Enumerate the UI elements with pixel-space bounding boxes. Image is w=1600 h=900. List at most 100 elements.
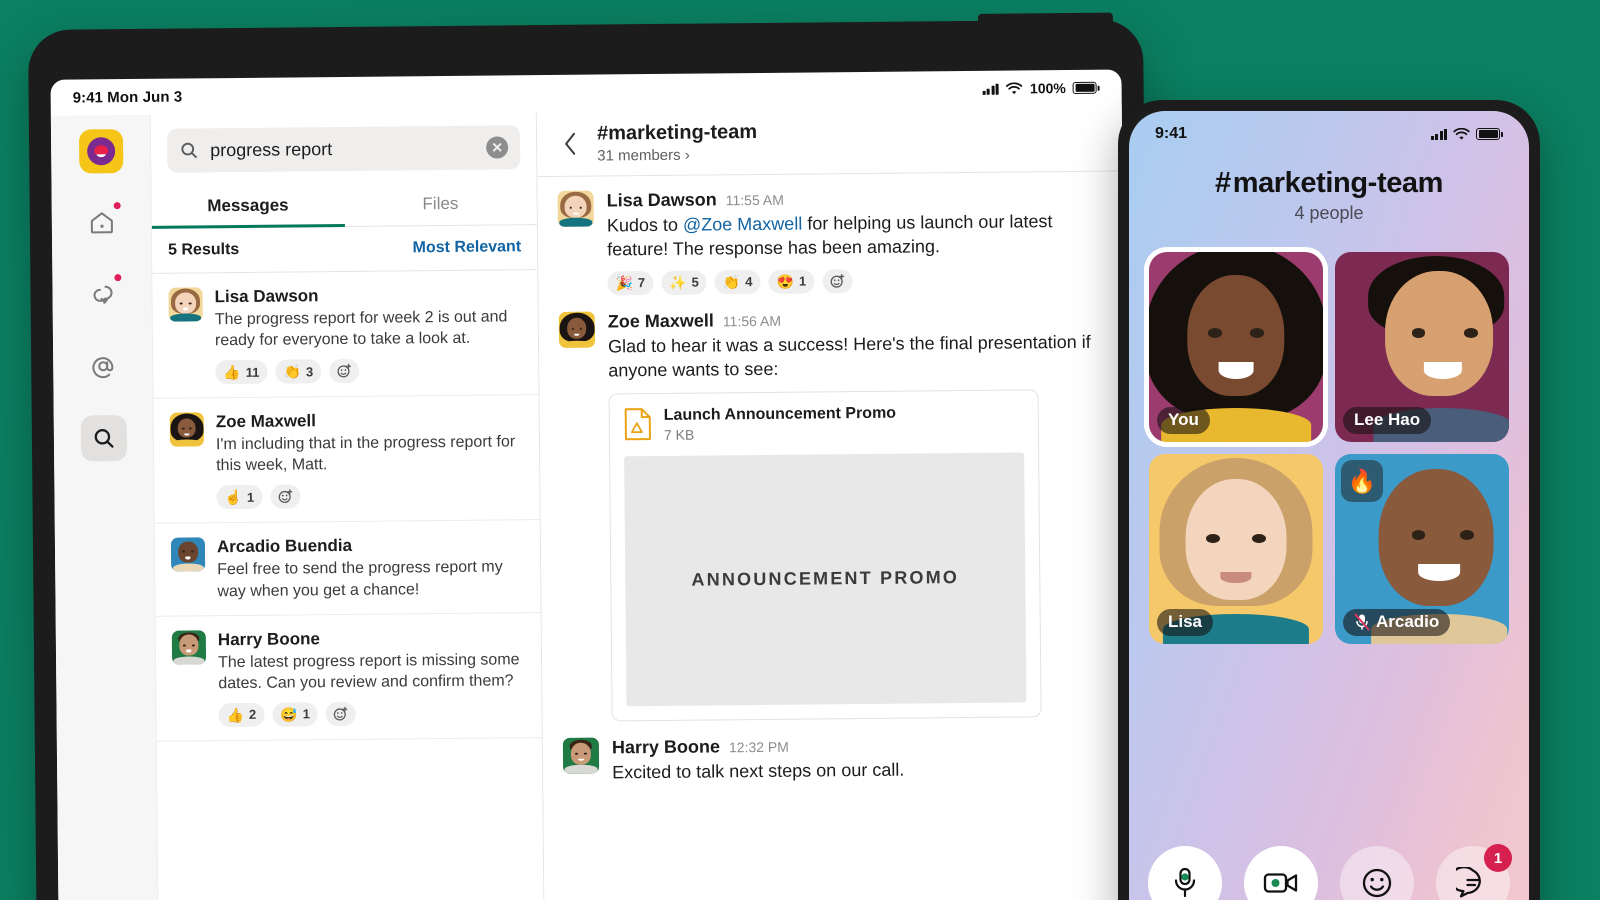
add-reaction-icon: [337, 363, 351, 378]
add-reaction-icon: [278, 489, 292, 504]
participant-label-text: Arcadio: [1376, 612, 1440, 631]
list-item[interactable]: Arcadio Buendia Feel free to send the pr…: [154, 520, 541, 617]
sidebar-item-home[interactable]: [78, 199, 124, 245]
participant-tile-arcadio[interactable]: 🔥 Arcadio: [1335, 454, 1509, 644]
tablet-device: 9:41 Mon Jun 3 100% progress report ✕ Me…: [28, 12, 1152, 900]
reaction-chip[interactable]: ☝️ 1: [216, 485, 263, 510]
member-count[interactable]: 31 members ›: [597, 146, 757, 165]
dms-badge: [111, 272, 123, 284]
user-mention[interactable]: @Zoe Maxwell: [683, 214, 802, 235]
chat-unread-badge: 1: [1484, 844, 1512, 872]
add-reaction-button[interactable]: [329, 359, 360, 384]
participant-label: Arcadio: [1343, 609, 1451, 636]
reaction-chip[interactable]: 🎉 7: [607, 270, 654, 296]
wifi-icon: [1006, 81, 1023, 94]
call-channel-title: #marketing-team: [1129, 167, 1529, 200]
reaction-count: 5: [691, 275, 699, 291]
reaction-count: 3: [305, 363, 314, 380]
reaction-bar: 🎉 7 ✨ 5 👏 4 😍 1: [607, 267, 1103, 296]
sidebar-rail: [50, 114, 159, 900]
search-tabs: Messages Files: [151, 181, 537, 229]
message-text: Glad to hear it was a success! Here's th…: [607, 331, 1091, 381]
point-up-icon: ☝️: [224, 489, 243, 506]
reaction-chip[interactable]: 👏 3: [275, 359, 322, 384]
chat-button[interactable]: 1: [1436, 844, 1512, 900]
tablet-screen: 9:41 Mon Jun 3 100% progress report ✕ Me…: [50, 69, 1130, 900]
fire-icon: 🔥: [1347, 467, 1377, 494]
sidebar-item-search[interactable]: [80, 415, 127, 462]
sidebar-item-dms[interactable]: [79, 271, 125, 317]
battery-percent: 100%: [1029, 80, 1066, 97]
chat-bubbles-icon: [93, 285, 113, 304]
reaction-chip[interactable]: 😅 1: [272, 702, 319, 727]
reaction-bar: 👍 11 👏 3: [215, 357, 522, 385]
reaction-count: 7: [637, 275, 646, 291]
avatar: [169, 412, 205, 447]
sweat-smile-icon: 😅: [280, 706, 298, 723]
chevron-left-icon: [565, 132, 576, 155]
reaction-bar: 👍 2 😅 1: [218, 700, 525, 728]
list-item[interactable]: Harry Boone The latest progress report i…: [155, 612, 542, 742]
reaction-count: 11: [245, 364, 260, 380]
participant-tile-you[interactable]: You: [1149, 252, 1323, 442]
reaction-chip[interactable]: 👍 11: [215, 359, 268, 385]
message-author: Zoe Maxwell: [607, 310, 714, 332]
participant-tile-lee-hao[interactable]: Lee Hao: [1335, 252, 1509, 442]
search-query-text: progress report: [210, 138, 333, 160]
home-badge: [111, 200, 123, 212]
party-popper-icon: 🎉: [615, 275, 633, 292]
back-button[interactable]: [557, 129, 583, 159]
search-input[interactable]: progress report ✕: [166, 125, 521, 173]
add-reaction-button[interactable]: [325, 701, 357, 727]
chat-bubble-icon: [1456, 867, 1481, 898]
participant-grid: You Lee Hao Lisa 🔥 Arcadio: [1129, 228, 1529, 644]
mic-muted-icon: [1354, 613, 1370, 631]
reaction-chip[interactable]: 👏 4: [714, 269, 761, 295]
message-list: Lisa Dawson 11:55 AM Kudos to @Zoe Maxwe…: [537, 172, 1129, 900]
file-attachment-card[interactable]: Launch Announcement Promo 7 KB ANNOUNCEM…: [608, 389, 1042, 722]
slack-app-icon[interactable]: [78, 129, 123, 174]
participant-tile-lisa[interactable]: Lisa: [1149, 454, 1323, 644]
channel-title: #marketing-team: [596, 121, 758, 145]
add-reaction-icon: [334, 706, 348, 721]
tab-messages[interactable]: Messages: [151, 183, 344, 228]
battery-full-icon: [1072, 81, 1100, 94]
result-text: The progress report for week 2 is out an…: [214, 308, 508, 350]
microphone-icon: [1174, 867, 1196, 898]
close-circle-icon[interactable]: ✕: [486, 136, 509, 159]
message: Lisa Dawson 11:55 AM Kudos to @Zoe Maxwe…: [557, 186, 1104, 296]
avatar: [171, 629, 207, 665]
reaction-count: 2: [248, 707, 257, 723]
add-reaction-button[interactable]: [270, 484, 301, 510]
add-reaction-button[interactable]: [822, 269, 853, 294]
list-item[interactable]: Zoe Maxwell I'm including that in the pr…: [153, 395, 540, 525]
clap-icon: 👏: [283, 363, 301, 380]
camera-button[interactable]: [1244, 846, 1318, 900]
result-text: The latest progress report is missing so…: [217, 650, 520, 692]
reaction-button[interactable]: [1340, 846, 1414, 900]
participant-label: Lee Hao: [1343, 407, 1432, 434]
file-preview[interactable]: ANNOUNCEMENT PROMO: [624, 452, 1027, 707]
avatar[interactable]: [558, 311, 596, 348]
reaction-chip[interactable]: 👍 2: [218, 702, 265, 728]
avatar[interactable]: [562, 737, 600, 774]
sidebar-item-activity[interactable]: [80, 343, 126, 389]
sparkles-icon: ✨: [669, 274, 687, 291]
search-panel: progress report ✕ Messages Files 5 Resul…: [150, 111, 545, 900]
message: Harry Boone 12:32 PM Excited to talk nex…: [562, 733, 1108, 786]
sort-selector[interactable]: Most Relevant: [413, 238, 522, 257]
mic-button[interactable]: [1148, 846, 1222, 900]
reaction-chip[interactable]: 😍 1: [768, 269, 815, 294]
message-timestamp: 12:32 PM: [728, 738, 789, 756]
message-text: Kudos to @Zoe Maxwell for helping us lau…: [607, 209, 1103, 263]
hash-icon: #: [1214, 167, 1231, 199]
clap-icon: 👏: [722, 274, 741, 291]
tab-files[interactable]: Files: [344, 181, 537, 226]
list-item[interactable]: Lisa Dawson The progress report for week…: [152, 270, 539, 400]
avatar[interactable]: [557, 190, 594, 227]
result-text: Feel free to send the progress report my…: [217, 558, 503, 600]
reaction-chip[interactable]: ✨ 5: [661, 270, 707, 295]
conversation-panel: #marketing-team 31 members › Lisa Dawson…: [536, 105, 1130, 900]
result-author: Zoe Maxwell: [215, 411, 316, 432]
reaction-count: 4: [745, 274, 753, 290]
